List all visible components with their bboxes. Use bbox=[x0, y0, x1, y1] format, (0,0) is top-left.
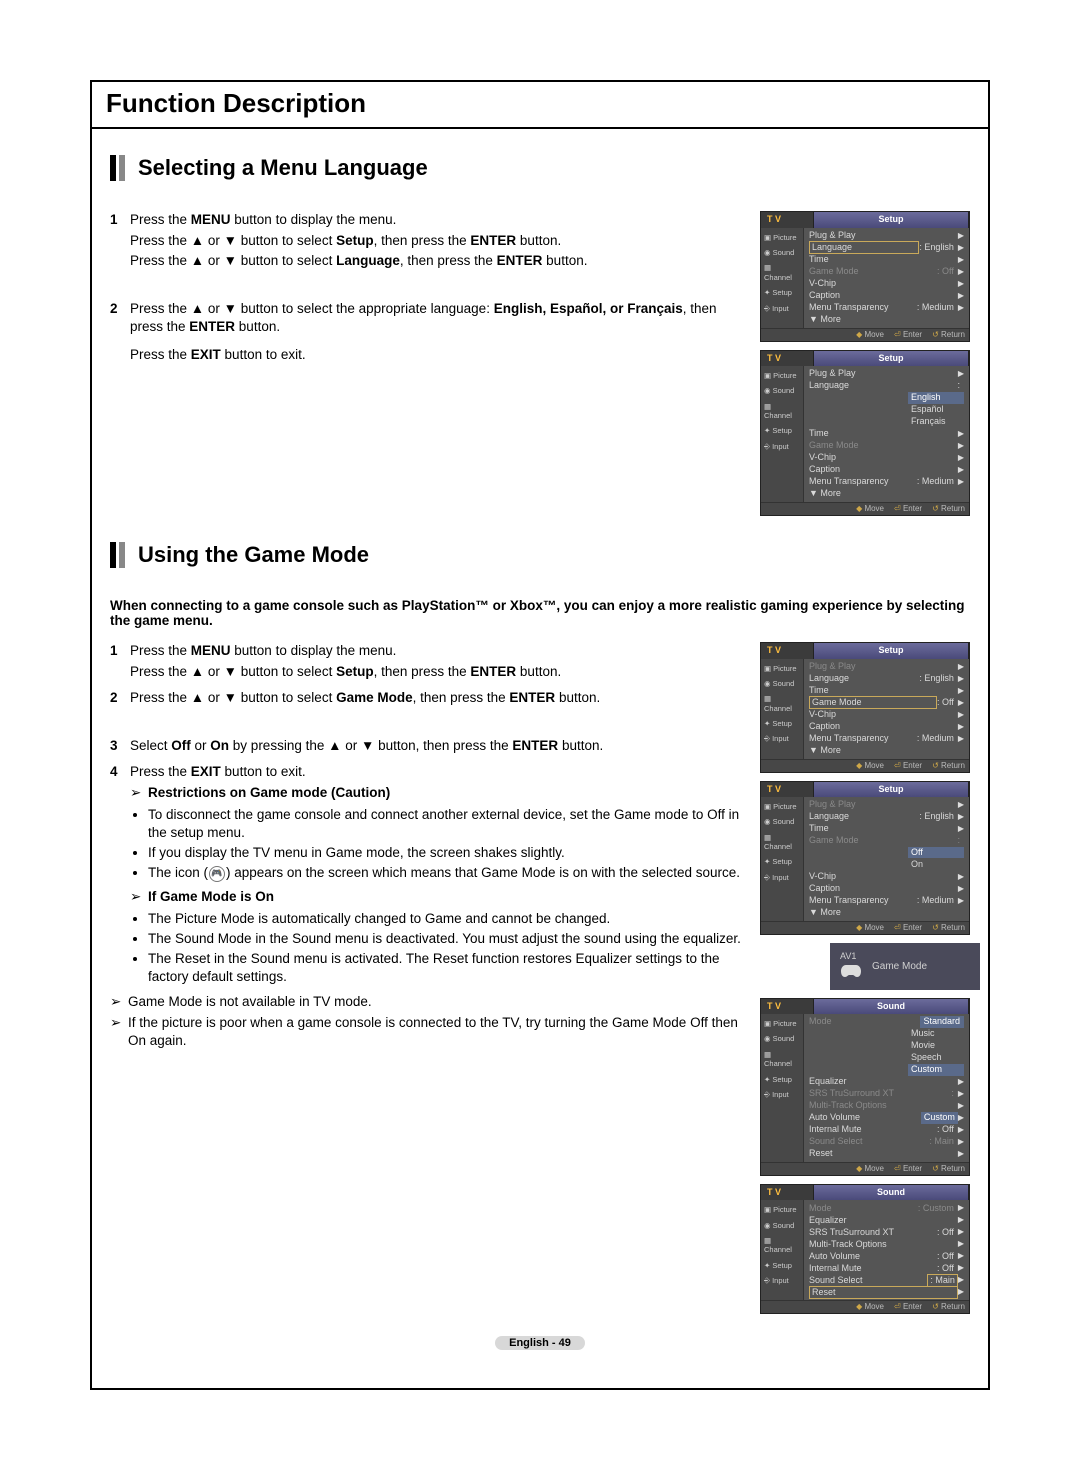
restrictions-list: To disconnect the game console and conne… bbox=[148, 806, 742, 883]
title-bar: Function Description bbox=[92, 82, 988, 129]
heading-bars-icon bbox=[110, 542, 128, 568]
pointer-icon: ➢ bbox=[110, 993, 128, 1011]
ifon-head: ➢ If Game Mode is On bbox=[130, 888, 742, 906]
step-2-4: 4 Press the EXIT button to exit. ➢ Restr… bbox=[110, 763, 742, 1053]
step-number: 1 bbox=[110, 642, 130, 682]
content-area: Selecting a Menu Language 1 Press the ME… bbox=[92, 129, 988, 1388]
osd-sound-2: T VSound ▣ Picture◉ Sound▦ Channel✦ Setu… bbox=[760, 1184, 970, 1314]
list-item: To disconnect the game console and conne… bbox=[148, 806, 742, 842]
step-number: 2 bbox=[110, 300, 130, 367]
step-number: 2 bbox=[110, 689, 130, 709]
list-item: The Picture Mode is automatically change… bbox=[148, 910, 742, 928]
osd-setup-2: T VSetup ▣ Picture◉ Sound▦ Channel✦ Setu… bbox=[760, 350, 970, 516]
section-1-columns: 1 Press the MENU button to display the m… bbox=[110, 211, 970, 516]
step-2-1: 1 Press the MENU button to display the m… bbox=[110, 642, 742, 682]
gamepad-icon: 🎮 bbox=[209, 866, 225, 882]
page-footer: English - 49 bbox=[110, 1336, 970, 1350]
pointer-icon: ➢ bbox=[110, 1014, 128, 1050]
list-item: If you display the TV menu in Game mode,… bbox=[148, 844, 742, 862]
osd-sound-1: T VSound ▣ Picture◉ Sound▦ Channel✦ Setu… bbox=[760, 998, 970, 1176]
step-2-2: 2 Press the ▲ or ▼ button to select Game… bbox=[110, 689, 742, 709]
osd-setup-4: T VSetup ▣ Picture◉ Sound▦ Channel✦ Setu… bbox=[760, 781, 970, 935]
gamemode-badge-wrap: AV1 Game Mode bbox=[760, 943, 970, 990]
page-frame: Function Description Selecting a Menu La… bbox=[90, 80, 990, 1390]
section-2-osd-column: T VSetup ▣ Picture◉ Sound▦ Channel✦ Setu… bbox=[760, 642, 970, 1314]
restrictions-head: ➢ Restrictions on Game mode (Caution) bbox=[130, 784, 742, 802]
list-item: The icon (🎮) appears on the screen which… bbox=[148, 864, 742, 882]
step-number: 3 bbox=[110, 737, 130, 757]
badge-av1: AV1 bbox=[840, 951, 862, 961]
osd-setup-3: T VSetup ▣ Picture◉ Sound▦ Channel✦ Setu… bbox=[760, 642, 970, 772]
page-title: Function Description bbox=[106, 88, 974, 119]
section-1-text: 1 Press the MENU button to display the m… bbox=[110, 211, 742, 516]
gamemode-badge: AV1 Game Mode bbox=[830, 943, 980, 990]
section-2-title: Using the Game Mode bbox=[138, 542, 369, 568]
heading-bars-icon bbox=[110, 155, 128, 181]
ifon-list: The Picture Mode is automatically change… bbox=[148, 910, 742, 987]
page-number: English - 49 bbox=[495, 1336, 585, 1350]
gamepad-icon bbox=[840, 963, 862, 979]
note-2: ➢ If the picture is poor when a game con… bbox=[110, 1014, 742, 1050]
pointer-icon: ➢ bbox=[130, 888, 148, 906]
osd-setup-1: T VSetup ▣ Picture◉ Sound▦ Channel✦ Setu… bbox=[760, 211, 970, 341]
section-heading-1: Selecting a Menu Language bbox=[110, 155, 970, 181]
section-heading-2: Using the Game Mode bbox=[110, 542, 970, 568]
step-1-2: 2 Press the ▲ or ▼ button to select the … bbox=[110, 300, 742, 367]
note-1: ➢ Game Mode is not available in TV mode. bbox=[110, 993, 742, 1011]
step-1-1: 1 Press the MENU button to display the m… bbox=[110, 211, 742, 272]
list-item: The Reset in the Sound menu is activated… bbox=[148, 950, 742, 986]
step-2-3: 3 Select Off or On by pressing the ▲ or … bbox=[110, 737, 742, 757]
section-2-columns: 1 Press the MENU button to display the m… bbox=[110, 642, 970, 1314]
section-2-text: 1 Press the MENU button to display the m… bbox=[110, 642, 742, 1314]
section-2-intro: When connecting to a game console such a… bbox=[110, 598, 970, 628]
section-1-title: Selecting a Menu Language bbox=[138, 155, 428, 181]
badge-label: Game Mode bbox=[872, 961, 927, 972]
step-number: 1 bbox=[110, 211, 130, 272]
pointer-icon: ➢ bbox=[130, 784, 148, 802]
list-item: The Sound Mode in the Sound menu is deac… bbox=[148, 930, 742, 948]
section-1-osd-column: T VSetup ▣ Picture◉ Sound▦ Channel✦ Setu… bbox=[760, 211, 970, 516]
